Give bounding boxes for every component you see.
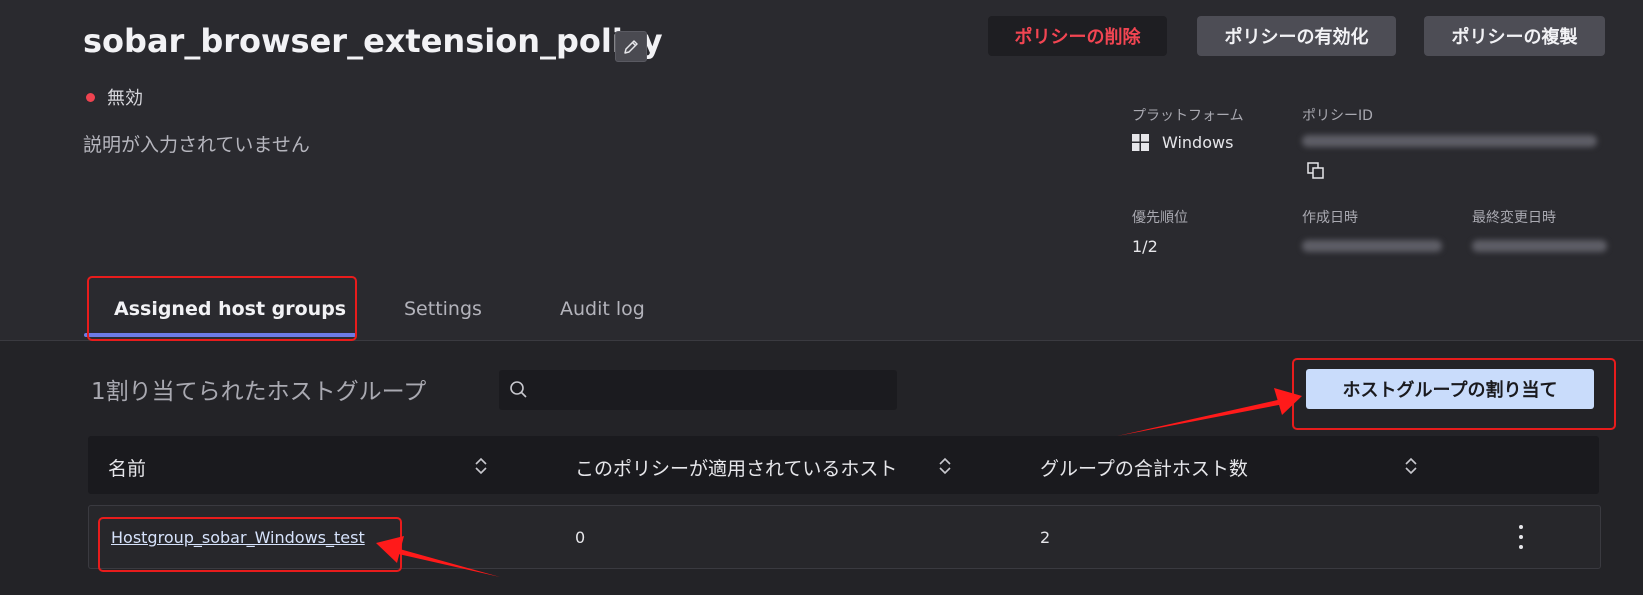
- policy-id-label: ポリシーID: [1302, 108, 1373, 124]
- policy-detail-page: sobar_browser_extension_policy 無効 説明が入力さ…: [0, 0, 1643, 595]
- created-value-redacted: [1302, 240, 1442, 252]
- column-header-applied-hosts[interactable]: このポリシーが適用されているホスト: [575, 454, 897, 481]
- assign-host-group-button[interactable]: ホストグループの割り当て: [1306, 369, 1594, 409]
- delete-policy-button[interactable]: ポリシーの削除: [988, 16, 1167, 56]
- sort-total-hosts-icon[interactable]: [1404, 455, 1418, 477]
- host-group-link[interactable]: Hostgroup_sobar_Windows_test: [111, 528, 365, 547]
- table-row: Hostgroup_sobar_Windows_test 0 2: [88, 505, 1601, 569]
- page-title: sobar_browser_extension_policy: [83, 22, 663, 60]
- tab-settings[interactable]: Settings: [404, 298, 482, 320]
- copy-icon[interactable]: [1307, 162, 1325, 180]
- status-dot-icon: [86, 92, 95, 102]
- modified-label: 最終変更日時: [1472, 210, 1556, 226]
- policy-id-value-redacted: [1302, 135, 1597, 147]
- enable-policy-button[interactable]: ポリシーの有効化: [1197, 16, 1396, 56]
- policy-header: sobar_browser_extension_policy 無効 説明が入力さ…: [0, 0, 1643, 340]
- status-indicator: 無効: [86, 84, 143, 110]
- table-header: 名前 このポリシーが適用されているホスト グループの合計ホスト数: [88, 436, 1599, 494]
- applied-hosts-cell: 0: [575, 528, 586, 547]
- windows-icon: [1132, 134, 1149, 151]
- assigned-groups-count: 1割り当てられたホストグループ: [91, 379, 427, 405]
- tab-audit-log[interactable]: Audit log: [560, 298, 645, 320]
- status-label: 無効: [107, 88, 143, 109]
- priority-label: 優先順位: [1132, 210, 1188, 226]
- platform-value: Windows: [1162, 133, 1234, 152]
- pencil-icon: [624, 39, 638, 54]
- search-field[interactable]: [499, 370, 897, 412]
- active-tab-indicator: [84, 333, 356, 337]
- sort-name-icon[interactable]: [474, 455, 488, 477]
- search-input[interactable]: [537, 370, 891, 412]
- search-icon: [510, 381, 527, 398]
- created-label: 作成日時: [1302, 210, 1358, 226]
- column-header-total-hosts[interactable]: グループの合計ホスト数: [1040, 454, 1248, 481]
- modified-value-redacted: [1472, 240, 1607, 252]
- row-actions-menu-icon[interactable]: [1511, 523, 1531, 551]
- tab-assigned-host-groups[interactable]: Assigned host groups: [114, 298, 346, 320]
- duplicate-policy-button[interactable]: ポリシーの複製: [1424, 16, 1605, 56]
- column-header-name[interactable]: 名前: [108, 454, 146, 481]
- platform-label: プラットフォーム: [1132, 108, 1244, 124]
- sort-applied-hosts-icon[interactable]: [938, 455, 952, 477]
- policy-description: 説明が入力されていません: [83, 134, 310, 156]
- priority-value: 1/2: [1132, 237, 1158, 256]
- total-hosts-cell: 2: [1040, 528, 1051, 547]
- edit-title-button[interactable]: [615, 31, 647, 62]
